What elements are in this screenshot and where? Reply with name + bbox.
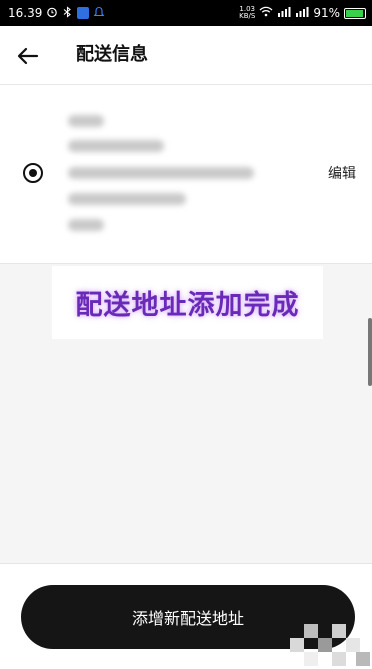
status-right: 1.03 KB/S 91% bbox=[239, 6, 366, 20]
battery-percent: 91% bbox=[313, 6, 340, 20]
alarm-icon bbox=[46, 6, 58, 21]
signal-icon bbox=[277, 6, 291, 20]
completion-text: 配送地址添加完成 bbox=[75, 290, 300, 321]
app-notification-icon bbox=[93, 6, 105, 21]
address-card[interactable]: 编辑 bbox=[0, 85, 372, 264]
address-line1-blurred bbox=[68, 167, 254, 179]
status-left: 16.39 bbox=[8, 5, 105, 21]
app-notification-icon bbox=[77, 7, 90, 19]
signal-icon bbox=[295, 6, 309, 20]
bluetooth-icon bbox=[62, 5, 73, 21]
address-line2-blurred bbox=[68, 193, 186, 205]
header: 配送信息 bbox=[0, 26, 372, 85]
wifi-icon bbox=[259, 6, 273, 20]
completion-overlay: 配送地址添加完成 bbox=[52, 266, 323, 339]
address-zip-blurred bbox=[68, 219, 104, 231]
back-arrow-icon[interactable] bbox=[14, 42, 42, 70]
scrollbar[interactable] bbox=[368, 318, 372, 386]
page-title: 配送信息 bbox=[76, 44, 148, 65]
edit-button[interactable]: 编辑 bbox=[328, 163, 356, 183]
battery-icon bbox=[344, 7, 366, 19]
radio-selected-icon[interactable] bbox=[23, 163, 43, 183]
address-phone-blurred bbox=[68, 140, 164, 152]
radio-dot bbox=[29, 169, 37, 177]
network-speed-unit: KB/S bbox=[239, 12, 256, 20]
status-bar: 16.39 1.03 KB/S 91% bbox=[0, 0, 372, 26]
address-name-blurred bbox=[68, 115, 104, 127]
network-speed: 1.03 KB/S bbox=[239, 6, 255, 20]
status-time: 16.39 bbox=[8, 6, 43, 20]
watermark-mosaic bbox=[286, 620, 372, 668]
